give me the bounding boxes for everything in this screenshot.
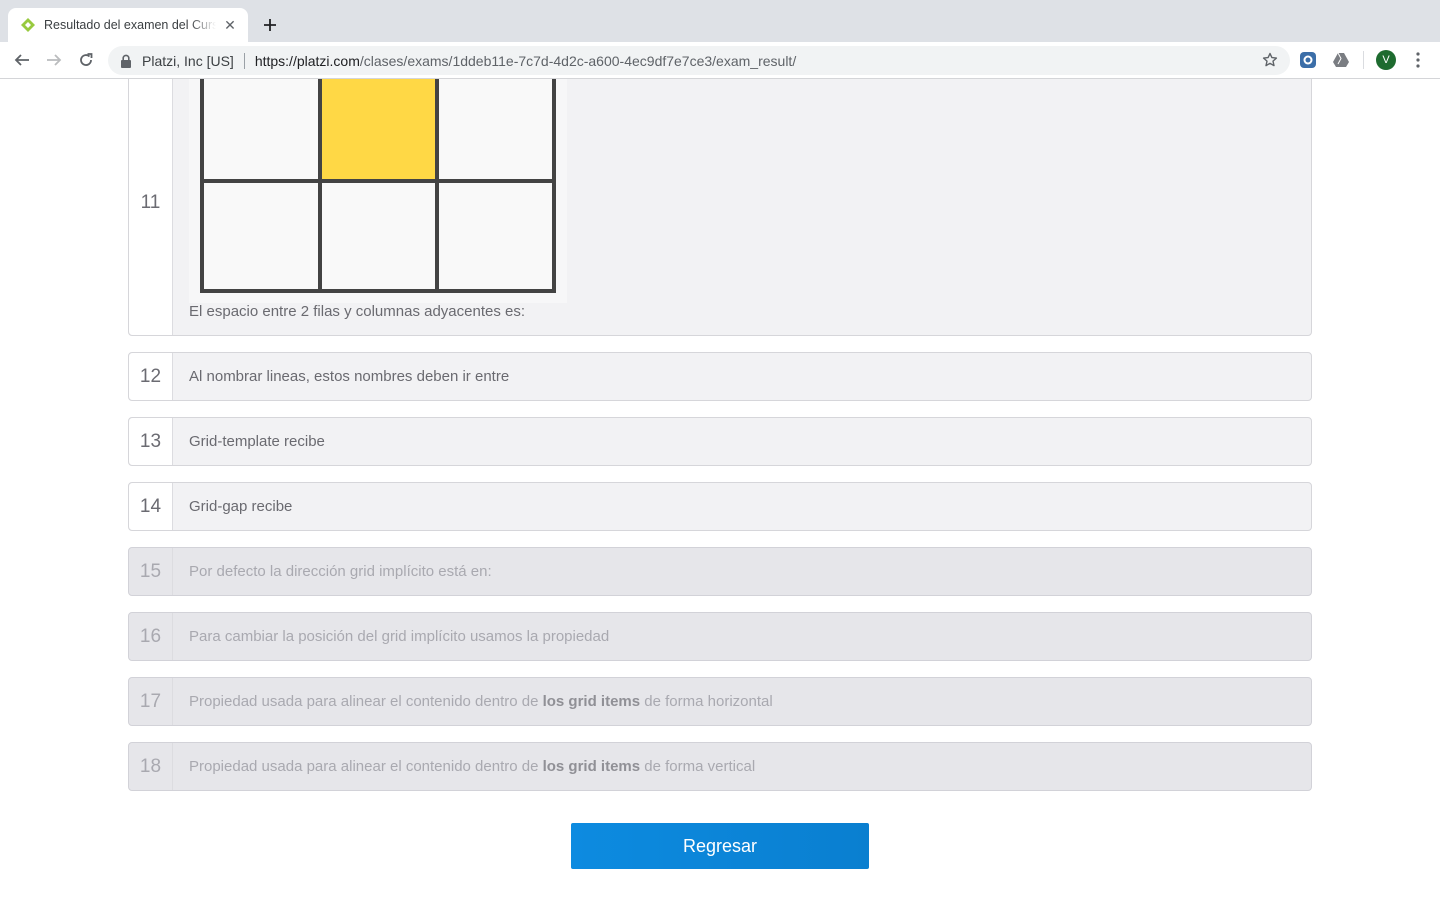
question-number: 17	[129, 678, 173, 725]
question-text-after: de forma vertical	[640, 758, 756, 775]
url-path: /clases/exams/1ddeb11e-7c7d-4d2c-a600-4e…	[359, 52, 797, 69]
question-number: 14	[129, 483, 173, 530]
url-text: https://platzi.com/clases/exams/1ddeb11e…	[255, 53, 796, 69]
question-card-11[interactable]: 11 El espacio entre 2 filas y columnas a…	[128, 79, 1312, 336]
grid-gap-illustration	[189, 79, 567, 303]
omnibox-divider	[243, 52, 245, 69]
question-number: 16	[129, 613, 173, 660]
question-number: 15	[129, 548, 173, 595]
extension-button[interactable]	[1298, 50, 1318, 70]
arrow-left-icon	[14, 54, 29, 66]
toolbar-divider	[1363, 51, 1364, 69]
bookmark-star-icon[interactable]	[1262, 52, 1278, 68]
question-card-12[interactable]: 12 Al nombrar lineas, estos nombres debe…	[128, 352, 1312, 401]
question-card-18[interactable]: 18 Propiedad usada para alinear el conte…	[128, 742, 1312, 791]
arrow-right-icon	[47, 54, 62, 66]
question-text-before: Propiedad usada para alinear el contenid…	[189, 758, 543, 775]
grid-diagram	[200, 79, 556, 293]
question-text: Grid-gap recibe	[189, 498, 293, 515]
question-text-after: de forma horizontal	[640, 693, 773, 710]
question-number: 13	[129, 418, 173, 465]
question-number: 12	[129, 353, 173, 400]
question-text-before: Propiedad usada para alinear el contenid…	[189, 693, 543, 710]
question-text: Grid-template recibe	[189, 433, 325, 450]
reload-icon	[80, 53, 93, 66]
url-host: https://platzi.com	[254, 52, 360, 69]
browser-toolbar: Platzi, Inc [US] https://platzi.com/clas…	[0, 42, 1440, 79]
highlighted-grid-cell	[322, 79, 435, 180]
browser-menu-button[interactable]	[1408, 50, 1428, 70]
browser-tab[interactable]: Resultado del examen del Curso de CSS Gr…	[8, 8, 248, 42]
address-bar[interactable]: Platzi, Inc [US] https://platzi.com/clas…	[108, 46, 1290, 75]
back-button[interactable]: Regresar	[571, 823, 869, 869]
question-number: 18	[129, 743, 173, 790]
reload-button[interactable]	[74, 48, 98, 72]
lock-icon	[121, 54, 131, 68]
question-text-bold: los grid items	[542, 693, 641, 710]
question-text: Por defecto la dirección grid implícito …	[189, 563, 492, 580]
question-number: 11	[129, 79, 173, 335]
question-card-15[interactable]: 15 Por defecto la dirección grid implíci…	[128, 547, 1312, 596]
question-text: El espacio entre 2 filas y columnas adya…	[189, 303, 526, 320]
question-text: Para cambiar la posición del grid implíc…	[189, 628, 610, 645]
more-vertical-icon	[1416, 52, 1420, 68]
tab-strip: Resultado del examen del Curso de CSS Gr…	[0, 0, 1440, 42]
question-text: Propiedad usada para alinear el contenid…	[173, 743, 1311, 790]
platzi-favicon-icon	[21, 18, 35, 32]
question-text: Al nombrar lineas, estos nombres deben i…	[189, 368, 510, 385]
question-card-16[interactable]: 16 Para cambiar la posición del grid imp…	[128, 612, 1312, 661]
back-nav-button[interactable]	[10, 48, 34, 72]
forward-nav-button[interactable]	[42, 48, 66, 72]
new-tab-button[interactable]	[258, 13, 282, 37]
question-card-13[interactable]: 13 Grid-template recibe	[128, 417, 1312, 466]
drive-icon	[1333, 52, 1349, 67]
plus-icon	[264, 19, 276, 31]
tab-close-icon[interactable]: ✕	[222, 17, 238, 33]
question-card-14[interactable]: 14 Grid-gap recibe	[128, 482, 1312, 531]
drive-extension-button[interactable]	[1331, 50, 1351, 70]
question-text: Propiedad usada para alinear el contenid…	[173, 678, 1311, 725]
tab-title: Resultado del examen del Curso de CSS Gr…	[44, 18, 216, 32]
site-identity: Platzi, Inc [US]	[142, 52, 234, 69]
question-body: El espacio entre 2 filas y columnas adya…	[173, 79, 1311, 335]
extension-icon	[1300, 52, 1316, 68]
profile-avatar[interactable]: V	[1376, 50, 1396, 70]
question-card-17[interactable]: 17 Propiedad usada para alinear el conte…	[128, 677, 1312, 726]
question-text-bold: los grid items	[542, 758, 641, 775]
exam-result-page: 11 El espacio entre 2 filas y columnas a…	[0, 79, 1440, 900]
